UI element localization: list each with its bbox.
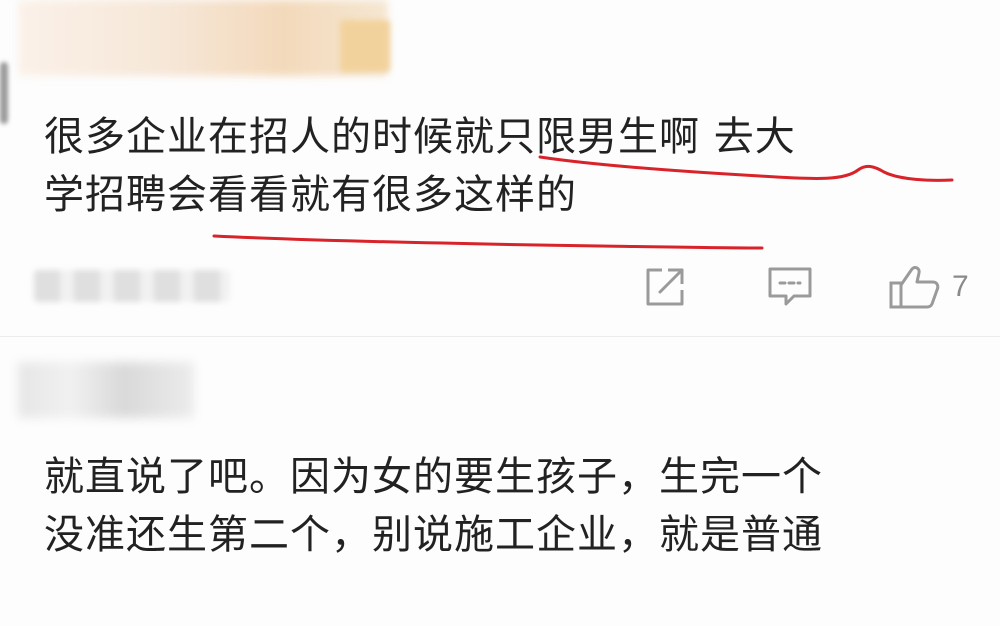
comment-icon: [768, 267, 812, 306]
comment-body: 就直说了吧。因为女的要生孩子，生完一个 没准还生第二个，别说施工企业，就是普通: [44, 448, 823, 564]
blurred-avatar: [340, 20, 390, 72]
comment-line: 没准还生第二个，别说施工企业，就是普通: [44, 512, 823, 558]
blurred-username: [18, 0, 388, 76]
thumbs-up-icon: [889, 266, 940, 309]
like-count: 7: [952, 270, 969, 303]
like-button[interactable]: 7: [888, 262, 969, 312]
comment-line: 很多企业在招人的时候就只限男生啊 去大: [44, 114, 796, 160]
share-icon: [646, 268, 684, 306]
comment-action-bar: 7: [0, 262, 1000, 312]
share-button[interactable]: [642, 262, 688, 312]
comment-feed: 很多企业在招人的时候就只限男生啊 去大 学招聘会看看就有很多这样的 7 就直说了…: [0, 0, 1000, 626]
edge-artifact: [0, 62, 8, 124]
reply-button[interactable]: [766, 262, 814, 312]
comment-divider: [0, 336, 1000, 337]
comment-body: 很多企业在招人的时候就只限男生啊 去大 学招聘会看看就有很多这样的: [44, 108, 796, 224]
blurred-username: [18, 362, 194, 418]
comment-line: 就直说了吧。因为女的要生孩子，生完一个: [44, 454, 823, 500]
comment-line: 学招聘会看看就有很多这样的: [44, 172, 577, 218]
